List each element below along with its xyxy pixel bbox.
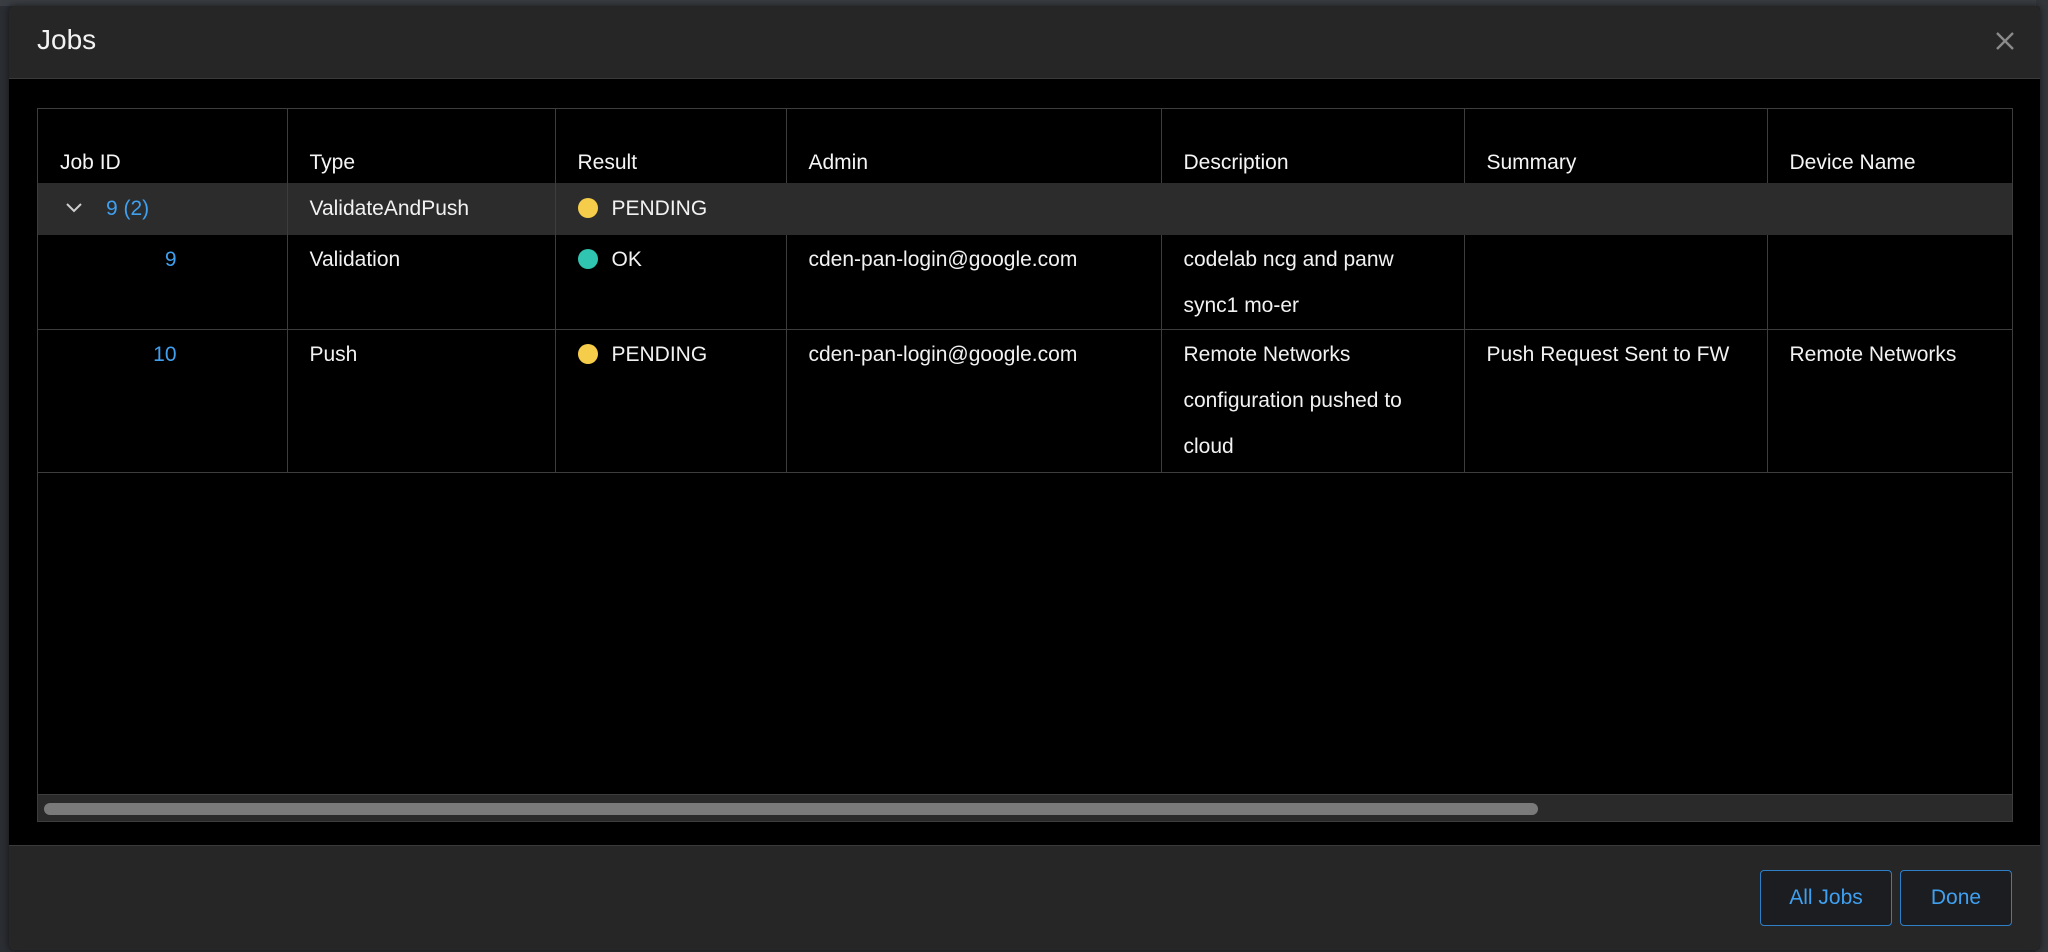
job-id-cell: 9 <box>38 235 288 330</box>
pending-status-dot <box>577 198 598 218</box>
job-id-cell: 10 <box>38 329 288 473</box>
modal-footer: All Jobs Done <box>9 845 2040 950</box>
group-result-cell: PENDING <box>555 183 786 235</box>
pending-status-dot <box>577 344 598 364</box>
jobs-table: Job ID Type Result Admin Description Sum… <box>38 109 2012 473</box>
column-header-result[interactable]: Result <box>555 109 787 183</box>
group-empty-cell <box>1767 183 2012 235</box>
group-empty-cell <box>1464 183 1767 235</box>
result-cell: OK <box>555 235 787 330</box>
group-empty-cell <box>786 183 1161 235</box>
close-icon <box>1996 32 2014 50</box>
column-header-type[interactable]: Type <box>287 109 556 183</box>
result-label: PENDING <box>611 343 708 366</box>
summary-cell <box>1464 235 1768 330</box>
column-header-device-name[interactable]: Device Name <box>1767 109 2012 183</box>
description-cell: codelab ncg and panw sync1 mo-er <box>1161 235 1465 330</box>
result-cell: PENDING <box>555 329 787 473</box>
jobs-table-container: Job ID Type Result Admin Description Sum… <box>37 108 2013 822</box>
admin-cell: cden-pan-login@google.com <box>786 235 1162 330</box>
group-empty-cell <box>1161 183 1464 235</box>
chevron-down-icon[interactable] <box>64 197 84 217</box>
modal-header: Jobs <box>9 6 2040 79</box>
job-id-link[interactable]: 10 <box>153 343 176 366</box>
done-button[interactable]: Done <box>1900 870 2012 926</box>
ok-status-dot <box>577 249 598 269</box>
device-name-cell <box>1767 235 2012 330</box>
group-job-id-link[interactable]: 9 (2) <box>106 197 149 220</box>
close-button[interactable] <box>1990 26 2020 56</box>
admin-cell: cden-pan-login@google.com <box>786 329 1162 473</box>
table-row: 10 Push PENDING cden-pan-login@google.co… <box>38 329 2012 473</box>
all-jobs-button[interactable]: All Jobs <box>1760 870 1892 926</box>
group-result-label: PENDING <box>611 197 708 220</box>
group-type-cell: ValidateAndPush <box>287 183 556 235</box>
column-header-admin[interactable]: Admin <box>786 109 1162 183</box>
description-cell: Remote Networks configuration pushed to … <box>1161 329 1465 473</box>
horizontal-scrollbar[interactable] <box>38 794 2012 821</box>
modal-title: Jobs <box>37 24 97 55</box>
column-header-description[interactable]: Description <box>1161 109 1465 183</box>
device-name-cell: Remote Networks <box>1767 329 2012 473</box>
type-cell: Push <box>287 329 556 473</box>
column-header-summary[interactable]: Summary <box>1464 109 1768 183</box>
type-cell: Validation <box>287 235 556 330</box>
jobs-modal: Jobs Job ID Type Result Admin Descriptio… <box>9 6 2040 950</box>
job-id-link[interactable]: 9 <box>165 248 177 271</box>
summary-cell: Push Request Sent to FW <box>1464 329 1768 473</box>
result-label: OK <box>611 248 642 271</box>
scrollbar-thumb[interactable] <box>44 803 1538 815</box>
group-job-id-cell: 9 (2) <box>38 183 288 235</box>
group-row[interactable]: 9 (2) ValidateAndPush PENDING <box>38 183 2012 235</box>
table-row: 9 Validation OK cden-pan-login@google.co… <box>38 235 2012 330</box>
table-header-row: Job ID Type Result Admin Description Sum… <box>38 109 2012 183</box>
column-header-job-id[interactable]: Job ID <box>38 109 288 183</box>
